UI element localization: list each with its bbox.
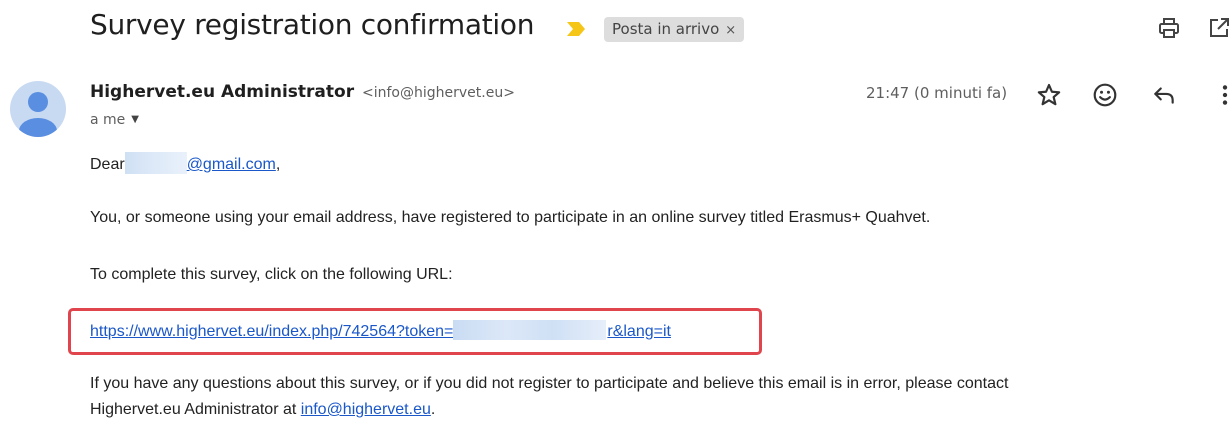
avatar-icon — [19, 92, 57, 137]
contact-suffix: . — [430, 401, 436, 418]
contact-paragraph-line1: If you have any questions about this sur… — [90, 375, 1009, 392]
recipient-details[interactable]: a me ▼ — [90, 112, 139, 128]
survey-url-prefix[interactable]: https://www.highervet.eu/index.php/74256… — [90, 323, 453, 340]
greeting-prefix: Dear — [90, 156, 125, 173]
chevron-down-icon[interactable]: ▼ — [131, 114, 139, 125]
recipient-email-link[interactable]: @gmail.com — [187, 156, 276, 173]
reply-icon[interactable] — [1151, 82, 1177, 108]
greeting-comma: , — [275, 156, 281, 173]
emoji-reaction-icon[interactable] — [1092, 82, 1118, 108]
survey-url-link[interactable]: https://www.highervet.eu/index.php/74256… — [90, 320, 671, 341]
recipient-text: a me — [90, 112, 126, 128]
sender-avatar[interactable] — [10, 81, 66, 137]
inbox-label-chip: Posta in arrivo × — [604, 17, 745, 42]
sender-email: <info@highervet.eu> — [362, 85, 515, 101]
print-icon[interactable] — [1157, 16, 1181, 40]
redacted-email-blur — [124, 152, 187, 174]
important-marker-icon[interactable] — [567, 22, 585, 36]
survey-url-suffix[interactable]: r&lang=it — [607, 323, 671, 340]
registration-paragraph: You, or someone using your email address… — [90, 209, 931, 226]
remove-label-button[interactable]: × — [725, 23, 736, 38]
contact-email-link[interactable]: info@highervet.eu — [301, 401, 431, 418]
contact-prefix: Highervet.eu Administrator at — [90, 401, 301, 418]
email-subject: Survey registration confirmation — [90, 8, 535, 41]
contact-paragraph-line2: Highervet.eu Administrator at info@highe… — [90, 401, 435, 419]
inbox-label-text: Posta in arrivo — [612, 20, 720, 38]
star-icon[interactable] — [1036, 82, 1062, 108]
greeting-line: Dear @gmail.com, — [90, 152, 280, 174]
instruction-paragraph: To complete this survey, click on the fo… — [90, 266, 453, 283]
sender-name: Highervet.eu Administrator — [90, 82, 355, 102]
more-vert-icon[interactable] — [1212, 82, 1230, 108]
email-timestamp: 21:47 (0 minuti fa) — [866, 84, 1008, 102]
redacted-token-blur — [453, 320, 607, 340]
open-in-new-window-icon[interactable] — [1207, 16, 1230, 40]
